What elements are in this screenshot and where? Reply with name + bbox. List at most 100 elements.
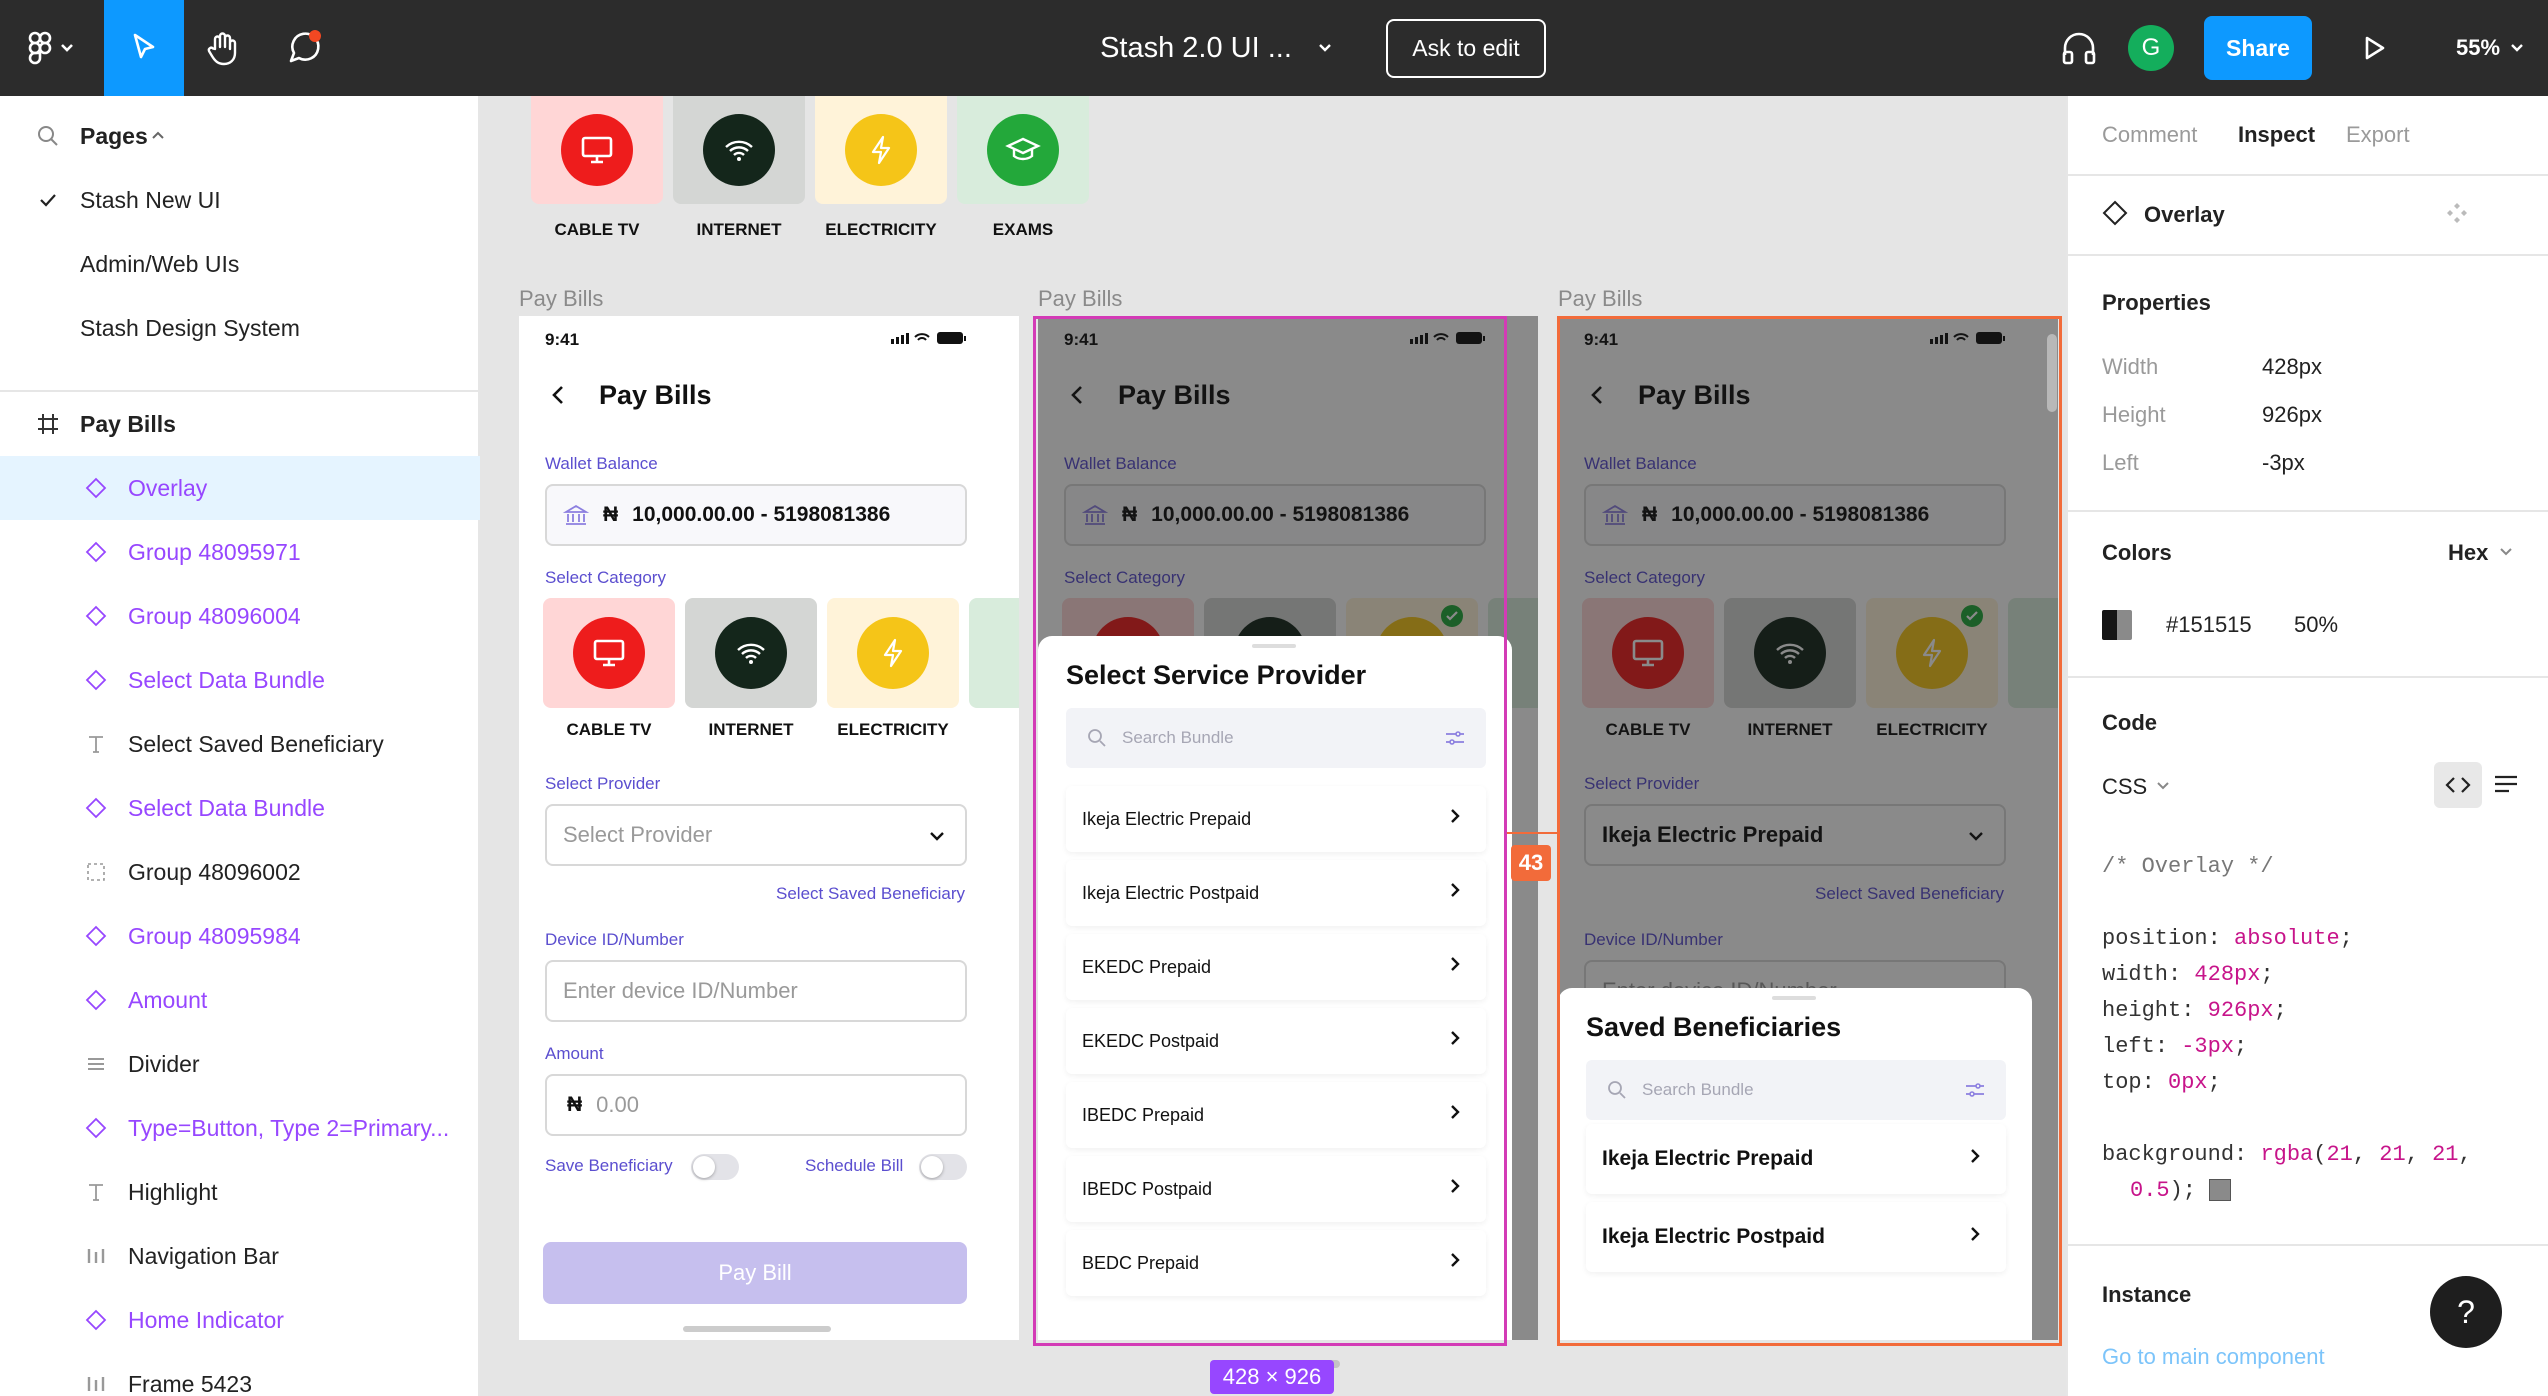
comment-icon <box>289 30 321 63</box>
layer-item[interactable]: Amount <box>0 968 480 1032</box>
component-instance-icon <box>80 1112 112 1144</box>
page-item[interactable]: Stash New UI <box>0 168 480 232</box>
play-icon <box>2365 36 2385 60</box>
go-to-main-component-link[interactable]: Go to main component <box>2102 1344 2325 1370</box>
audio-button[interactable] <box>2056 0 2102 96</box>
layer-item[interactable]: Navigation Bar <box>0 1224 480 1288</box>
code-prop: height <box>2102 998 2182 1023</box>
category-label: EXAMS <box>992 220 1054 239</box>
category-label: CABLE TV <box>554 220 640 239</box>
device-input[interactable]: Enter device ID/Number <box>545 960 967 1022</box>
code-background-line-cont: 0.5); <box>2130 1178 2232 1203</box>
layers-panel: Pages Stash New UI Admin/Web UIs Stash Des… <box>0 96 480 1396</box>
layer-item[interactable]: Select Data Bundle <box>0 648 480 712</box>
divider <box>2068 1244 2548 1246</box>
color-format-select[interactable]: Hex <box>2448 540 2516 566</box>
layer-item[interactable]: Highlight <box>0 1160 480 1224</box>
category-tile[interactable] <box>815 96 947 204</box>
battery-icon <box>889 330 969 351</box>
layer-label: Navigation Bar <box>128 1242 279 1269</box>
share-button[interactable]: Share <box>2204 0 2312 96</box>
frame-layer[interactable]: Pay Bills <box>0 392 480 456</box>
layer-item[interactable]: Overlay <box>0 456 480 520</box>
wifi-icon <box>703 114 775 186</box>
search-icon[interactable] <box>32 120 64 152</box>
ask-to-edit-button[interactable]: Ask to edit <box>1384 0 1548 96</box>
component-instance-icon <box>80 664 112 696</box>
category-tile[interactable] <box>969 598 1019 708</box>
tab-comment[interactable]: Comment <box>2102 122 2197 148</box>
frame-layer-label: Pay Bills <box>80 410 176 437</box>
main-menu-button[interactable] <box>0 0 104 96</box>
layer-item[interactable]: Type=Button, Type 2=Primary... <box>0 1096 480 1160</box>
color-opacity-value[interactable]: 50% <box>2294 612 2338 638</box>
layer-item[interactable]: Divider <box>0 1032 480 1096</box>
code-value: absolute <box>2234 926 2340 951</box>
comment-tool-button[interactable] <box>264 0 344 96</box>
layer-item[interactable]: Group 48096002 <box>0 840 480 904</box>
category-tile[interactable] <box>685 598 817 708</box>
frame-title[interactable]: Pay Bills <box>519 286 603 312</box>
category-tile[interactable] <box>543 598 675 708</box>
code-language-value: CSS <box>2102 774 2148 799</box>
property-value[interactable]: -3px <box>2262 450 2305 476</box>
category-tile[interactable] <box>957 96 1089 204</box>
hand-tool-button[interactable] <box>184 0 264 96</box>
tab-export[interactable]: Export <box>2346 122 2410 148</box>
file-title[interactable]: Stash 2.0 UI ... <box>1100 0 1340 96</box>
property-value[interactable]: 926px <box>2262 402 2322 428</box>
chevron-down-icon <box>2157 782 2169 790</box>
pay-bill-button[interactable]: Pay Bill <box>543 1242 967 1304</box>
divider <box>2068 676 2548 678</box>
schedule-bill-toggle[interactable] <box>919 1154 967 1180</box>
code-arg: 21 <box>2326 1142 2353 1167</box>
back-arrow-icon[interactable] <box>547 382 571 413</box>
move-tool-button[interactable] <box>104 0 184 96</box>
code-background-line: background: rgba(21, 21, 21, <box>2102 1142 2472 1167</box>
list-view-button[interactable] <box>2492 772 2520 803</box>
frame-title[interactable]: Pay Bills <box>1558 286 1642 312</box>
present-button[interactable] <box>2352 0 2396 96</box>
text-icon <box>80 1176 112 1208</box>
check-icon <box>32 184 64 216</box>
user-avatar[interactable]: G <box>2128 0 2174 96</box>
component-icon[interactable] <box>2444 200 2470 232</box>
layer-item[interactable]: Select Saved Beneficiary <box>0 712 480 776</box>
page-label: Stash New UI <box>80 186 221 213</box>
property-value[interactable]: 428px <box>2262 354 2322 380</box>
divider <box>2068 510 2548 512</box>
page-item[interactable]: Admin/Web UIs <box>0 232 480 296</box>
save-beneficiary-toggle[interactable] <box>691 1154 739 1180</box>
design-canvas[interactable]: CABLE TV INTERNET ELECTRICITY EXAMS Pay Bil… <box>480 96 2066 1396</box>
frame-title[interactable]: Pay Bills <box>1038 286 1122 312</box>
page-item[interactable]: Stash Design System <box>0 296 480 360</box>
tab-inspect[interactable]: Inspect <box>2238 122 2315 148</box>
layer-item[interactable]: Group 48095984 <box>0 904 480 968</box>
layer-item[interactable]: Group 48095971 <box>0 520 480 584</box>
layer-label: Select Saved Beneficiary <box>128 730 384 757</box>
color-format-value: Hex <box>2448 540 2489 565</box>
code-view-button[interactable] <box>2434 762 2482 808</box>
select-category-label: Select Category <box>545 568 666 587</box>
provider-select[interactable]: Select Provider <box>545 804 967 866</box>
help-button[interactable]: ? <box>2430 1276 2502 1348</box>
pages-header[interactable]: Pages <box>0 104 480 168</box>
category-tile[interactable] <box>673 96 805 204</box>
provider-placeholder: Select Provider <box>563 822 713 847</box>
select-provider-label: Select Provider <box>545 774 661 793</box>
saved-beneficiary-link[interactable]: Select Saved Beneficiary <box>765 884 965 904</box>
zoom-menu[interactable]: 55% <box>2438 0 2548 96</box>
layer-item[interactable]: Group 48096004 <box>0 584 480 648</box>
layer-item[interactable]: Home Indicator <box>0 1288 480 1352</box>
category-tile[interactable] <box>531 96 663 204</box>
amount-input[interactable]: ₦ 0.00 <box>545 1074 967 1136</box>
color-hex-value[interactable]: #151515 <box>2166 612 2252 638</box>
code-language-select[interactable]: CSS <box>2102 774 2173 800</box>
layer-item[interactable]: Frame 5423 <box>0 1352 480 1396</box>
color-swatch[interactable] <box>2102 610 2132 640</box>
vertical-scrollbar[interactable] <box>2047 334 2057 412</box>
category-tile[interactable] <box>827 598 959 708</box>
ask-to-edit-label: Ask to edit <box>1386 18 1546 78</box>
pay-bills-frame[interactable]: 9:41 Pay Bills Wallet Balance ₦ 10,000.00.00… <box>519 316 1019 1340</box>
layer-item[interactable]: Select Data Bundle <box>0 776 480 840</box>
